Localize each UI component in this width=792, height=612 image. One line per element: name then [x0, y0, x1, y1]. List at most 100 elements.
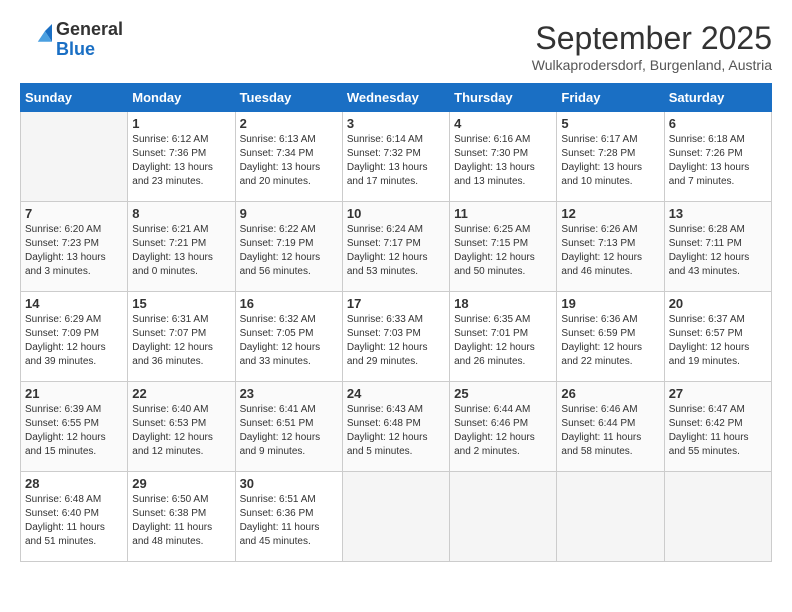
day-info: Sunrise: 6:18 AMSunset: 7:26 PMDaylight:…: [669, 133, 767, 189]
day-info: Sunrise: 6:24 AMSunset: 7:17 PMDaylight:…: [347, 223, 445, 279]
day-number: 14: [25, 296, 123, 311]
day-number: 21: [25, 386, 123, 401]
calendar-week-row: 28 Sunrise: 6:48 AMSunset: 6:40 PMDayligh…: [21, 472, 772, 562]
weekday-header-monday: Monday: [128, 84, 235, 112]
day-number: 27: [669, 386, 767, 401]
day-info: Sunrise: 6:16 AMSunset: 7:30 PMDaylight:…: [454, 133, 552, 189]
calendar-cell: 2 Sunrise: 6:13 AMSunset: 7:34 PMDaylight…: [235, 112, 342, 202]
day-number: 24: [347, 386, 445, 401]
calendar-cell: 8 Sunrise: 6:21 AMSunset: 7:21 PMDaylight…: [128, 202, 235, 292]
day-number: 12: [561, 206, 659, 221]
day-info: Sunrise: 6:44 AMSunset: 6:46 PMDaylight:…: [454, 403, 552, 459]
day-info: Sunrise: 6:14 AMSunset: 7:32 PMDaylight:…: [347, 133, 445, 189]
day-info: Sunrise: 6:28 AMSunset: 7:11 PMDaylight:…: [669, 223, 767, 279]
day-number: 22: [132, 386, 230, 401]
calendar-week-row: 21 Sunrise: 6:39 AMSunset: 6:55 PMDayligh…: [21, 382, 772, 472]
calendar-cell: 20Sunrise: 6:37 AMSunset: 6:57 PMDayligh…: [664, 292, 771, 382]
weekday-header-thursday: Thursday: [450, 84, 557, 112]
day-number: 10: [347, 206, 445, 221]
calendar-cell: 16Sunrise: 6:32 AMSunset: 7:05 PMDayligh…: [235, 292, 342, 382]
calendar-cell: 29 Sunrise: 6:50 AMSunset: 6:38 PMDayligh…: [128, 472, 235, 562]
day-info: Sunrise: 6:20 AMSunset: 7:23 PMDaylight:…: [25, 223, 123, 279]
day-number: 30: [240, 476, 338, 491]
calendar-cell: 17 Sunrise: 6:33 AMSunset: 7:03 PMDayligh…: [342, 292, 449, 382]
calendar-cell: 7 Sunrise: 6:20 AMSunset: 7:23 PMDaylight…: [21, 202, 128, 292]
day-info: Sunrise: 6:17 AMSunset: 7:28 PMDaylight:…: [561, 133, 659, 189]
day-number: 17: [347, 296, 445, 311]
weekday-header-sunday: Sunday: [21, 84, 128, 112]
calendar-cell: 3 Sunrise: 6:14 AMSunset: 7:32 PMDaylight…: [342, 112, 449, 202]
calendar-cell: 30 Sunrise: 6:51 AMSunset: 6:36 PMDayligh…: [235, 472, 342, 562]
day-number: 1: [132, 116, 230, 131]
day-info: Sunrise: 6:29 AMSunset: 7:09 PMDaylight:…: [25, 313, 123, 369]
day-number: 3: [347, 116, 445, 131]
calendar-cell: 4 Sunrise: 6:16 AMSunset: 7:30 PMDaylight…: [450, 112, 557, 202]
day-info: Sunrise: 6:46 AMSunset: 6:44 PMDaylight:…: [561, 403, 659, 459]
calendar-cell: 9 Sunrise: 6:22 AMSunset: 7:19 PMDaylight…: [235, 202, 342, 292]
calendar-cell: 26 Sunrise: 6:46 AMSunset: 6:44 PMDayligh…: [557, 382, 664, 472]
day-info: Sunrise: 6:51 AMSunset: 6:36 PMDaylight:…: [240, 493, 338, 549]
title-block: September 2025 Wulkaprodersdorf, Burgenl…: [532, 20, 772, 73]
day-info: Sunrise: 6:50 AMSunset: 6:38 PMDaylight:…: [132, 493, 230, 549]
weekday-header-row: SundayMondayTuesdayWednesdayThursdayFrid…: [21, 84, 772, 112]
day-info: Sunrise: 6:21 AMSunset: 7:21 PMDaylight:…: [132, 223, 230, 279]
weekday-header-wednesday: Wednesday: [342, 84, 449, 112]
calendar-cell: 10 Sunrise: 6:24 AMSunset: 7:17 PMDayligh…: [342, 202, 449, 292]
logo: General Blue: [20, 20, 123, 60]
month-title: September 2025: [532, 20, 772, 57]
day-info: Sunrise: 6:36 AMSunset: 6:59 PMDaylight:…: [561, 313, 659, 369]
day-info: Sunrise: 6:47 AMSunset: 6:42 PMDaylight:…: [669, 403, 767, 459]
calendar-table: SundayMondayTuesdayWednesdayThursdayFrid…: [20, 83, 772, 562]
calendar-cell: 5 Sunrise: 6:17 AMSunset: 7:28 PMDaylight…: [557, 112, 664, 202]
calendar-cell: 27 Sunrise: 6:47 AMSunset: 6:42 PMDayligh…: [664, 382, 771, 472]
day-number: 9: [240, 206, 338, 221]
day-info: Sunrise: 6:40 AMSunset: 6:53 PMDaylight:…: [132, 403, 230, 459]
day-info: Sunrise: 6:48 AMSunset: 6:40 PMDaylight:…: [25, 493, 123, 549]
calendar-cell: [21, 112, 128, 202]
calendar-cell: 14 Sunrise: 6:29 AMSunset: 7:09 PMDayligh…: [21, 292, 128, 382]
calendar-cell: 19Sunrise: 6:36 AMSunset: 6:59 PMDayligh…: [557, 292, 664, 382]
day-number: 7: [25, 206, 123, 221]
calendar-cell: 15Sunrise: 6:31 AMSunset: 7:07 PMDayligh…: [128, 292, 235, 382]
day-number: 18: [454, 296, 552, 311]
calendar-cell: 13 Sunrise: 6:28 AMSunset: 7:11 PMDayligh…: [664, 202, 771, 292]
day-info: Sunrise: 6:39 AMSunset: 6:55 PMDaylight:…: [25, 403, 123, 459]
day-number: 26: [561, 386, 659, 401]
day-info: Sunrise: 6:35 AMSunset: 7:01 PMDaylight:…: [454, 313, 552, 369]
day-info: Sunrise: 6:33 AMSunset: 7:03 PMDaylight:…: [347, 313, 445, 369]
calendar-cell: 24Sunrise: 6:43 AMSunset: 6:48 PMDayligh…: [342, 382, 449, 472]
day-info: Sunrise: 6:41 AMSunset: 6:51 PMDaylight:…: [240, 403, 338, 459]
day-info: Sunrise: 6:32 AMSunset: 7:05 PMDaylight:…: [240, 313, 338, 369]
calendar-cell: 23 Sunrise: 6:41 AMSunset: 6:51 PMDayligh…: [235, 382, 342, 472]
day-info: Sunrise: 6:31 AMSunset: 7:07 PMDaylight:…: [132, 313, 230, 369]
calendar-cell: 28 Sunrise: 6:48 AMSunset: 6:40 PMDayligh…: [21, 472, 128, 562]
calendar-cell: 12Sunrise: 6:26 AMSunset: 7:13 PMDayligh…: [557, 202, 664, 292]
day-info: Sunrise: 6:22 AMSunset: 7:19 PMDaylight:…: [240, 223, 338, 279]
calendar-cell: 22 Sunrise: 6:40 AMSunset: 6:53 PMDayligh…: [128, 382, 235, 472]
day-number: 28: [25, 476, 123, 491]
calendar-week-row: 14 Sunrise: 6:29 AMSunset: 7:09 PMDayligh…: [21, 292, 772, 382]
calendar-cell: 25Sunrise: 6:44 AMSunset: 6:46 PMDayligh…: [450, 382, 557, 472]
day-number: 23: [240, 386, 338, 401]
day-number: 11: [454, 206, 552, 221]
logo-text: General Blue: [56, 20, 123, 60]
day-number: 4: [454, 116, 552, 131]
logo-icon: [20, 24, 52, 56]
calendar-cell: [664, 472, 771, 562]
day-info: Sunrise: 6:12 AMSunset: 7:36 PMDaylight:…: [132, 133, 230, 189]
calendar-week-row: 1 Sunrise: 6:12 AMSunset: 7:36 PMDaylight…: [21, 112, 772, 202]
day-number: 13: [669, 206, 767, 221]
calendar-cell: 1 Sunrise: 6:12 AMSunset: 7:36 PMDaylight…: [128, 112, 235, 202]
calendar-cell: 11 Sunrise: 6:25 AMSunset: 7:15 PMDayligh…: [450, 202, 557, 292]
calendar-cell: 18 Sunrise: 6:35 AMSunset: 7:01 PMDayligh…: [450, 292, 557, 382]
location-subtitle: Wulkaprodersdorf, Burgenland, Austria: [532, 57, 772, 73]
day-number: 8: [132, 206, 230, 221]
calendar-cell: 21 Sunrise: 6:39 AMSunset: 6:55 PMDayligh…: [21, 382, 128, 472]
day-number: 29: [132, 476, 230, 491]
day-info: Sunrise: 6:13 AMSunset: 7:34 PMDaylight:…: [240, 133, 338, 189]
day-number: 2: [240, 116, 338, 131]
calendar-cell: [557, 472, 664, 562]
day-number: 5: [561, 116, 659, 131]
day-info: Sunrise: 6:25 AMSunset: 7:15 PMDaylight:…: [454, 223, 552, 279]
day-info: Sunrise: 6:37 AMSunset: 6:57 PMDaylight:…: [669, 313, 767, 369]
